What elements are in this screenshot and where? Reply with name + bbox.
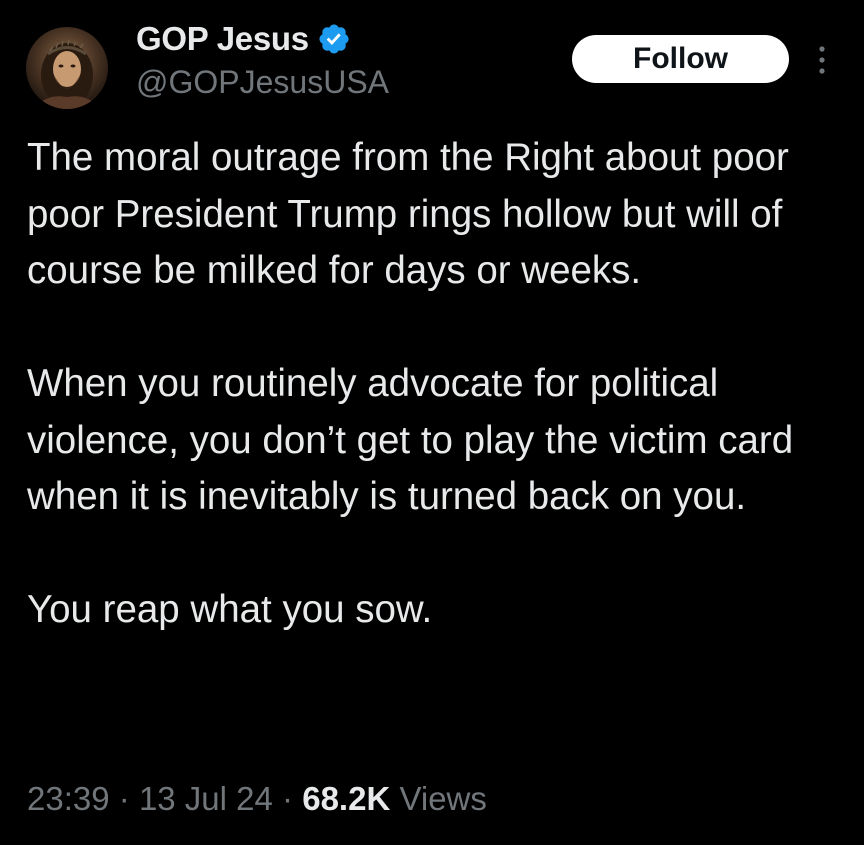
author-avatar[interactable] bbox=[26, 27, 108, 109]
tweet-paragraph: The moral outrage from the Right about p… bbox=[27, 136, 789, 292]
jesus-portrait-icon bbox=[34, 39, 100, 109]
follow-button[interactable]: Follow bbox=[572, 35, 789, 83]
author-handle[interactable]: @GOPJesusUSA bbox=[136, 64, 389, 101]
tweet-text: The moral outrage from the Right about p… bbox=[27, 130, 837, 639]
tweet-paragraph: When you routinely advocate for politica… bbox=[27, 362, 794, 518]
meta-separator: · bbox=[282, 780, 294, 817]
author-display-name[interactable]: GOP Jesus bbox=[136, 20, 309, 58]
tweet-metadata: 23:39 · 13 Jul 24 · 68.2K Views bbox=[27, 780, 487, 818]
views-count[interactable]: 68.2K bbox=[302, 780, 390, 817]
tweet-card: GOP Jesus @GOPJesusUSA Follow The moral … bbox=[0, 0, 864, 845]
more-options-icon[interactable] bbox=[812, 43, 832, 77]
views-label[interactable]: Views bbox=[399, 780, 486, 817]
meta-separator: · bbox=[118, 780, 130, 817]
author-name-row: GOP Jesus bbox=[136, 20, 351, 58]
tweet-paragraph: You reap what you sow. bbox=[27, 588, 433, 631]
verified-badge-icon[interactable] bbox=[317, 22, 351, 56]
tweet-date[interactable]: 13 Jul 24 bbox=[139, 780, 273, 817]
tweet-time[interactable]: 23:39 bbox=[27, 780, 110, 817]
